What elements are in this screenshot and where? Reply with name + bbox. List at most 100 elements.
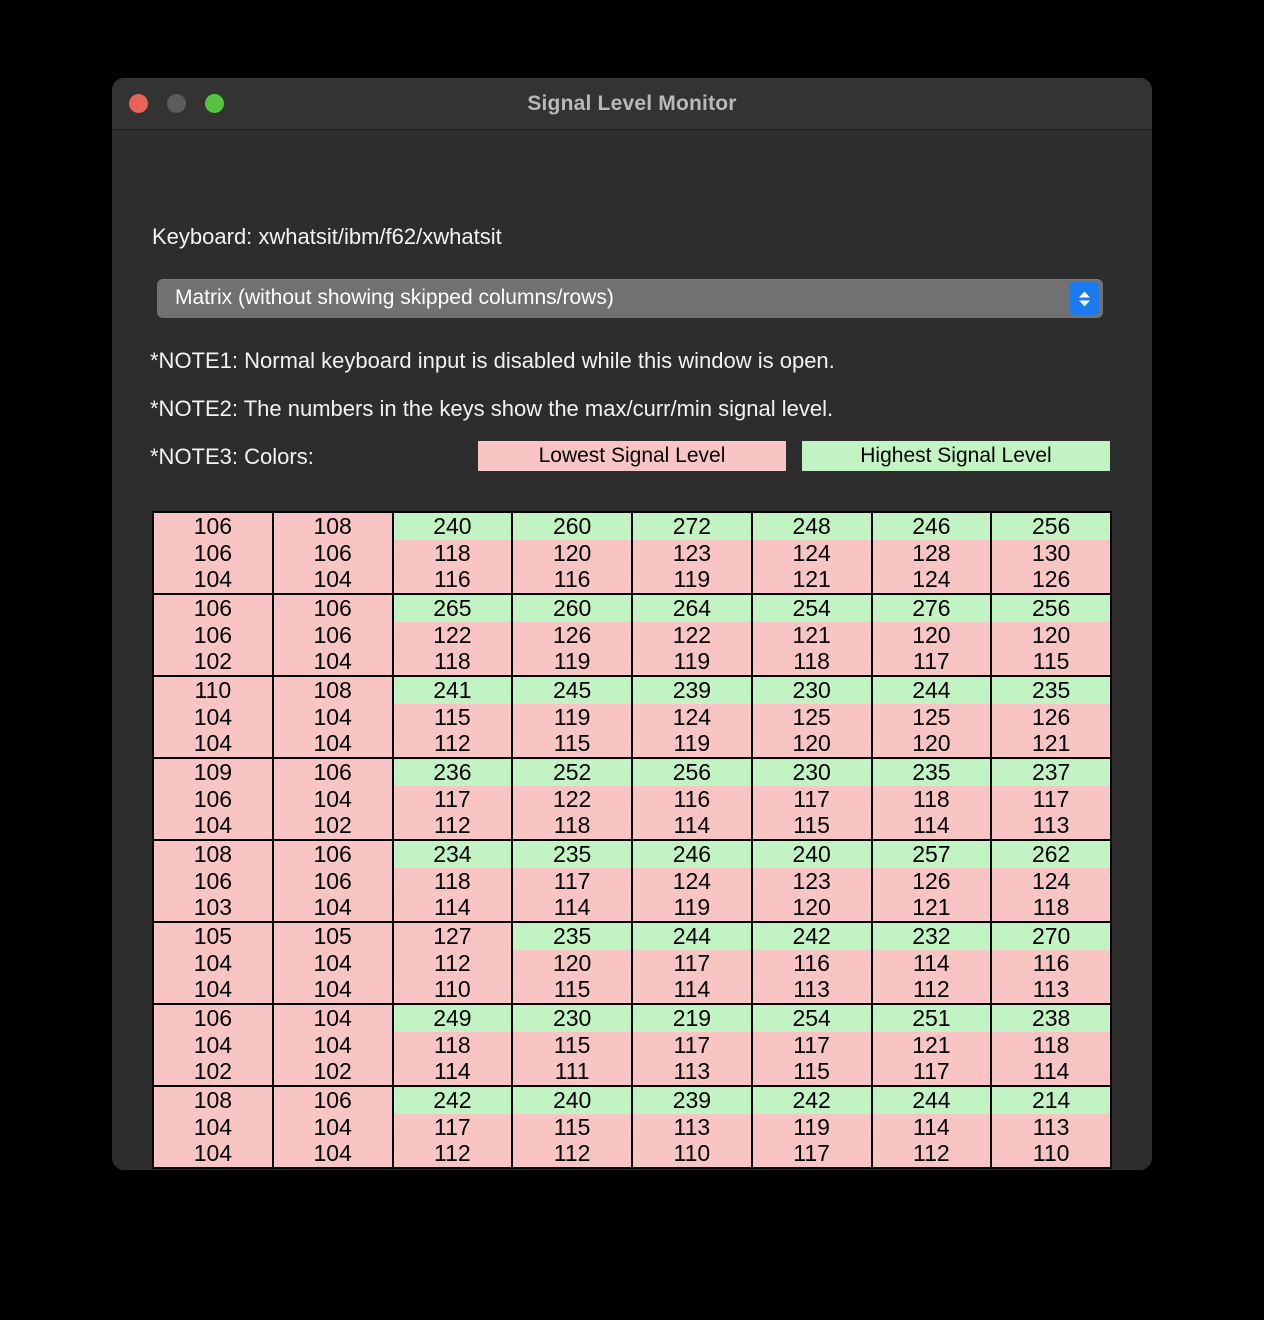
matrix-cell[interactable]: 219117113: [633, 1005, 751, 1085]
mode-select-value: Matrix (without showing skipped columns/…: [175, 286, 614, 310]
matrix-cell[interactable]: 106106104: [274, 841, 392, 921]
matrix-cell[interactable]: 272123119: [633, 513, 751, 593]
matrix-cell[interactable]: 254121118: [753, 595, 871, 675]
matrix-cell[interactable]: 109106104: [154, 759, 272, 839]
matrix-cell[interactable]: 106104102: [154, 1005, 272, 1085]
matrix-cell[interactable]: 240115112: [513, 1087, 631, 1167]
matrix-cell[interactable]: 106106104: [274, 595, 392, 675]
matrix-cell[interactable]: 108106103: [154, 841, 272, 921]
matrix-cell[interactable]: 252122118: [513, 759, 631, 839]
matrix-cell-max: 237: [992, 759, 1110, 786]
matrix-cell-min: 104: [274, 1140, 392, 1167]
matrix-cell[interactable]: 256116114: [633, 759, 751, 839]
matrix-cell[interactable]: 236117112: [394, 759, 512, 839]
matrix-cell[interactable]: 235126121: [992, 677, 1110, 757]
matrix-cell[interactable]: 260126119: [513, 595, 631, 675]
matrix-cell[interactable]: 106104102: [274, 759, 392, 839]
matrix-cell-max: 106: [274, 841, 392, 868]
matrix-cell[interactable]: 235120115: [513, 923, 631, 1003]
matrix-cell[interactable]: 108104104: [274, 677, 392, 757]
matrix-cell-curr: 126: [513, 622, 631, 649]
chevron-up-down-icon[interactable]: [1069, 282, 1099, 315]
matrix-cell-min: 121: [753, 566, 871, 593]
matrix-cell[interactable]: 106104104: [274, 1087, 392, 1167]
matrix-cell[interactable]: 244114112: [873, 1087, 991, 1167]
mode-select[interactable]: Matrix (without showing skipped columns/…: [157, 279, 1103, 318]
matrix-cell[interactable]: 230125120: [753, 677, 871, 757]
matrix-cell-min: 110: [633, 1140, 751, 1167]
matrix-cell-min: 119: [513, 648, 631, 675]
matrix-cell[interactable]: 251121117: [873, 1005, 991, 1085]
matrix-cell[interactable]: 240123120: [753, 841, 871, 921]
matrix-cell[interactable]: 110104104: [154, 677, 272, 757]
matrix-cell-min: 115: [513, 976, 631, 1003]
matrix-cell[interactable]: 239124119: [633, 677, 751, 757]
matrix-cell-min: 124: [873, 566, 991, 593]
matrix-cell[interactable]: 241115112: [394, 677, 512, 757]
matrix-cell-max: 248: [753, 513, 871, 540]
matrix-cell[interactable]: 246124119: [633, 841, 751, 921]
matrix-cell[interactable]: 106106104: [154, 513, 272, 593]
matrix-cell[interactable]: 237117113: [992, 759, 1110, 839]
matrix-cell-curr: 104: [274, 704, 392, 731]
matrix-cell[interactable]: 105104104: [154, 923, 272, 1003]
matrix-cell[interactable]: 256120115: [992, 595, 1110, 675]
matrix-cell-curr: 116: [753, 950, 871, 977]
matrix-cell-min: 120: [753, 730, 871, 757]
matrix-cell[interactable]: 108104104: [154, 1087, 272, 1167]
matrix-cell[interactable]: 238118114: [992, 1005, 1110, 1085]
matrix-cell[interactable]: 244125120: [873, 677, 991, 757]
matrix-cell[interactable]: 265122118: [394, 595, 512, 675]
matrix-cell[interactable]: 127112110: [394, 923, 512, 1003]
matrix-cell[interactable]: 235117114: [513, 841, 631, 921]
matrix-cell[interactable]: 244117114: [633, 923, 751, 1003]
matrix-cell-max: 242: [753, 1087, 871, 1114]
matrix-cell[interactable]: 257126121: [873, 841, 991, 921]
matrix-cell[interactable]: 254117115: [753, 1005, 871, 1085]
matrix-cell-curr: 114: [873, 950, 991, 977]
matrix-cell[interactable]: 246128124: [873, 513, 991, 593]
signal-matrix: 1061061041081061042401181162601201162721…: [152, 511, 1112, 1169]
matrix-cell[interactable]: 249118114: [394, 1005, 512, 1085]
matrix-cell[interactable]: 106106102: [154, 595, 272, 675]
matrix-cell[interactable]: 108106104: [274, 513, 392, 593]
matrix-cell[interactable]: 105104104: [274, 923, 392, 1003]
matrix-cell-curr: 121: [753, 622, 871, 649]
matrix-cell[interactable]: 235118114: [873, 759, 991, 839]
matrix-cell-min: 126: [992, 566, 1110, 593]
matrix-cell[interactable]: 242116113: [753, 923, 871, 1003]
matrix-cell-max: 246: [873, 513, 991, 540]
matrix-cell[interactable]: 240118116: [394, 513, 512, 593]
matrix-cell-max: 240: [394, 513, 512, 540]
matrix-cell-curr: 123: [753, 868, 871, 895]
matrix-cell-min: 119: [633, 730, 751, 757]
matrix-cell[interactable]: 239113110: [633, 1087, 751, 1167]
matrix-cell-curr: 106: [154, 786, 272, 813]
matrix-cell[interactable]: 248124121: [753, 513, 871, 593]
screen: Signal Level Monitor Keyboard: xwhatsit/…: [0, 0, 1264, 1320]
matrix-cell[interactable]: 264122119: [633, 595, 751, 675]
matrix-cell-curr: 104: [274, 1032, 392, 1059]
matrix-cell[interactable]: 270116113: [992, 923, 1110, 1003]
matrix-cell[interactable]: 104104102: [274, 1005, 392, 1085]
matrix-cell-max: 241: [394, 677, 512, 704]
matrix-cell-curr: 118: [992, 1032, 1110, 1059]
matrix-cell[interactable]: 230117115: [753, 759, 871, 839]
matrix-cell[interactable]: 260120116: [513, 513, 631, 593]
matrix-cell-min: 104: [274, 894, 392, 921]
matrix-cell-curr: 104: [274, 1114, 392, 1141]
matrix-cell[interactable]: 256130126: [992, 513, 1110, 593]
matrix-cell[interactable]: 234118114: [394, 841, 512, 921]
matrix-cell-max: 264: [633, 595, 751, 622]
matrix-cell-curr: 122: [633, 622, 751, 649]
matrix-cell[interactable]: 245119115: [513, 677, 631, 757]
matrix-cell[interactable]: 242117112: [394, 1087, 512, 1167]
matrix-cell[interactable]: 232114112: [873, 923, 991, 1003]
matrix-cell-curr: 117: [513, 868, 631, 895]
matrix-cell[interactable]: 262124118: [992, 841, 1110, 921]
matrix-cell[interactable]: 230115111: [513, 1005, 631, 1085]
matrix-cell[interactable]: 214113110: [992, 1087, 1110, 1167]
matrix-cell[interactable]: 276120117: [873, 595, 991, 675]
window-titlebar[interactable]: Signal Level Monitor: [112, 78, 1152, 130]
matrix-cell[interactable]: 242119117: [753, 1087, 871, 1167]
